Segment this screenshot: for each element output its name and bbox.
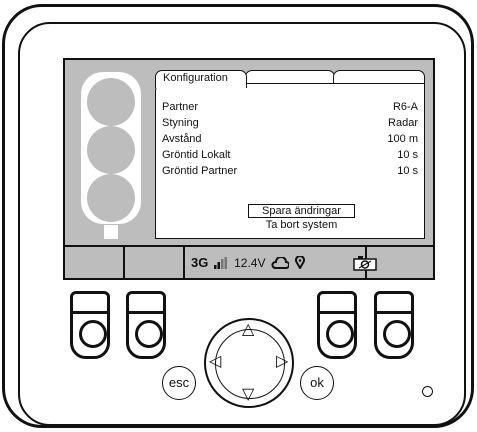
button-divider [377,311,411,314]
setting-label: Styning [162,117,199,129]
softkey-slot-1 [65,247,125,278]
softkey-slot-2 [125,247,185,278]
button-ring-icon [135,320,163,348]
arrow-left-icon[interactable]: ◁ [209,354,221,370]
setting-value: 10 s [397,149,418,161]
setting-value: 100 m [387,133,418,145]
setting-row-partner[interactable]: Partner R6-A [162,99,418,115]
setting-label: Gröntid Partner [162,165,238,177]
ok-button[interactable]: ok [300,366,334,400]
status-indicators: 3G 12.4V [185,247,305,278]
button-divider [73,311,107,314]
location-pin-icon [295,256,305,269]
setting-value: R6-A [392,101,418,113]
setting-label: Avstånd [162,133,202,145]
traffic-light-yellow-lamp [87,126,135,174]
voltage-readout: 12.4V [234,255,266,270]
setting-label: Gröntid Lokalt [162,149,231,161]
arrow-down-icon[interactable]: ▽ [242,387,254,403]
button-ring-icon [383,320,411,348]
traffic-light-red-lamp [87,78,135,126]
setting-value: Radar [388,117,418,129]
settings-list: Partner R6-A Styning Radar Avstånd 100 m… [162,99,418,179]
button-divider [129,311,163,314]
signal-icon [214,256,228,269]
function-button-1[interactable] [70,291,110,359]
directional-pad: △ ▽ ◁ ▷ [204,318,294,408]
arrow-up-icon[interactable]: △ [242,322,254,338]
setting-label: Partner [162,101,199,113]
esc-button[interactable]: esc [162,366,196,400]
button-divider [320,311,354,314]
status-bar: 3G 12.4V [65,245,433,280]
tab-konfiguration[interactable]: Konfiguration [155,70,247,88]
function-button-3[interactable] [317,291,357,359]
softkey-slot-4 [367,247,433,278]
button-ring-icon [326,320,354,348]
traffic-light-post [104,225,118,239]
cloud-icon [271,256,290,269]
function-button-4[interactable] [374,291,414,359]
traffic-light-green-lamp [87,174,135,222]
status-led-icon [422,386,433,397]
setting-row-styning[interactable]: Styning Radar [162,115,418,131]
button-ring-icon [79,320,107,348]
remove-system-button[interactable]: Ta bort system [248,219,355,233]
configuration-panel: Partner R6-A Styning Radar Avstånd 100 m… [155,83,425,239]
function-button-2[interactable] [126,291,166,359]
setting-value: 10 s [397,165,418,177]
setting-row-avstand[interactable]: Avstånd 100 m [162,131,418,147]
save-changes-button[interactable]: Spara ändringar [248,204,355,218]
setting-row-grontid-lokalt[interactable]: Gröntid Lokalt 10 s [162,147,418,163]
network-type: 3G [191,255,209,270]
display-screen: Konfiguration Partner R6-A Styning Radar… [63,58,435,280]
arrow-right-icon[interactable]: ▷ [276,354,288,370]
tab-label: Konfiguration [163,72,228,84]
setting-row-grontid-partner[interactable]: Gröntid Partner 10 s [162,163,418,179]
traffic-light-icon [81,72,141,224]
